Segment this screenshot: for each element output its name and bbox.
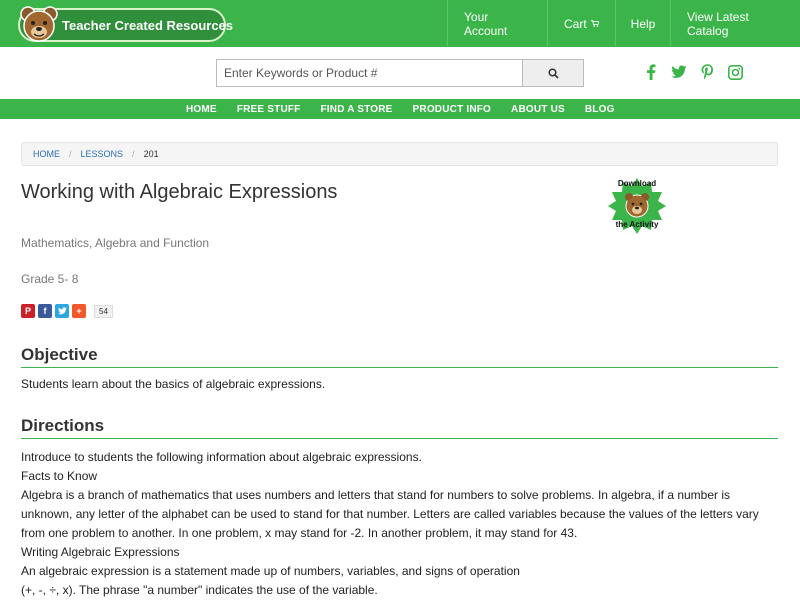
facebook-share-button[interactable]: f (38, 304, 52, 318)
cart-icon (590, 20, 599, 27)
social-links (643, 63, 743, 81)
writing-expressions-heading: Writing Algebraic Expressions (21, 545, 180, 559)
main-nav: HOME FREE STUFF FIND A STORE PRODUCT INF… (0, 99, 800, 119)
search-row (0, 47, 800, 99)
breadcrumb-separator: / (69, 149, 72, 159)
objective-heading: Objective (21, 345, 98, 364)
facts-to-know-heading: Facts to Know (21, 469, 98, 483)
bear-mascot-icon (20, 6, 58, 42)
breadcrumb-home[interactable]: HOME (33, 149, 60, 159)
directions-intro: Introduce to students the following info… (21, 450, 422, 464)
facebook-icon: f (43, 306, 47, 316)
your-account-link[interactable]: Your Account (447, 0, 547, 47)
site-logo[interactable]: Teacher Created Resources (18, 6, 233, 42)
plus-icon: + (76, 306, 82, 316)
nav-product-info[interactable]: PRODUCT INFO (413, 104, 492, 115)
cart-link[interactable]: Cart (547, 0, 615, 47)
objective-text: Students learn about the basics of algeb… (21, 377, 326, 391)
your-account-label: Your Account (464, 9, 508, 38)
help-label: Help (630, 16, 656, 31)
lesson-grade: Grade 5- 8 (21, 272, 79, 286)
help-link[interactable]: Help (615, 0, 670, 47)
pinterest-share-button[interactable]: P (21, 304, 35, 318)
share-count: 54 (94, 304, 113, 318)
facebook-icon[interactable] (643, 63, 659, 81)
catalog-label: View Latest Catalog (687, 9, 749, 38)
pinterest-icon: P (24, 306, 31, 316)
twitter-icon[interactable] (671, 63, 687, 81)
nav-blog[interactable]: BLOG (585, 104, 615, 115)
operations-line: (+, -, ÷, x). The phrase "a number" indi… (21, 583, 378, 597)
nav-about-us[interactable]: ABOUT US (511, 104, 565, 115)
download-label: Download (618, 179, 656, 188)
more-share-button[interactable]: + (72, 304, 86, 318)
directions-divider (21, 438, 778, 439)
search-input[interactable] (216, 59, 523, 87)
directions-heading: Directions (21, 416, 105, 435)
breadcrumb-lessons[interactable]: LESSONS (81, 149, 124, 159)
activity-label: the Activity (616, 220, 659, 229)
algebra-paragraph: Algebra is a branch of mathematics that … (21, 488, 759, 540)
top-header: Teacher Created Resources Your Account C… (0, 0, 800, 47)
twitter-icon (57, 307, 67, 315)
account-nav: Your Account Cart Help View Latest Catal… (447, 0, 800, 47)
objective-divider (21, 367, 778, 368)
lesson-subject: Mathematics, Algebra and Function (21, 236, 210, 250)
breadcrumb-current: 201 (143, 149, 159, 159)
nav-home[interactable]: HOME (186, 104, 217, 115)
page-title: Working with Algebraic Expressions (21, 181, 338, 203)
nav-find-a-store[interactable]: FIND A STORE (320, 104, 392, 115)
share-bar: P f + 54 (21, 304, 113, 318)
twitter-share-button[interactable] (55, 304, 69, 318)
breadcrumb-separator: / (132, 149, 135, 159)
breadcrumb: HOME / LESSONS / 201 (21, 142, 778, 166)
directions-body: Introduce to students the following info… (21, 448, 771, 600)
instagram-icon[interactable] (727, 63, 743, 81)
cart-label: Cart (564, 16, 587, 31)
view-latest-catalog-link[interactable]: View Latest Catalog (670, 0, 800, 47)
expression-definition: An algebraic expression is a statement m… (21, 564, 520, 578)
search-button[interactable] (522, 59, 584, 87)
nav-free-stuff[interactable]: FREE STUFF (237, 104, 301, 115)
logo-text: Teacher Created Resources (62, 17, 234, 33)
search-icon (547, 67, 559, 79)
download-activity-badge[interactable]: Download the Activity (602, 174, 672, 238)
pinterest-icon[interactable] (699, 63, 715, 81)
